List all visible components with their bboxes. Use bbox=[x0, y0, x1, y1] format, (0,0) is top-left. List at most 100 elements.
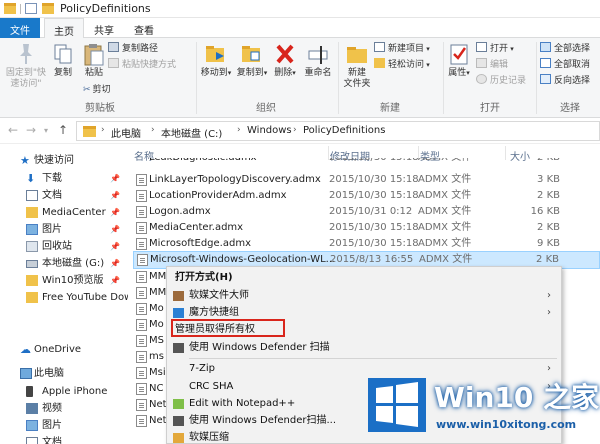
pin-quick-access-label: 固定到"快 速访问" bbox=[5, 68, 47, 89]
breadcrumb-this-pc[interactable]: 此电脑 bbox=[111, 125, 141, 140]
menu-item-defender-scan[interactable]: 使用 Windows Defender 扫描 bbox=[167, 339, 561, 357]
open-button[interactable]: 打开 ▾ bbox=[476, 42, 514, 56]
new-folder-icon[interactable] bbox=[42, 3, 54, 14]
table-row[interactable]: LocationProviderAdm.admx 2015/10/30 15:1… bbox=[133, 188, 600, 204]
nav-item-apple-iphone[interactable]: Apple iPhone bbox=[0, 383, 128, 400]
nav-item-free-youtube[interactable]: Free YouTube Dow bbox=[0, 289, 128, 306]
table-row[interactable]: MicrosoftEdge.admx 2015/10/30 15:18 ADMX… bbox=[133, 236, 600, 252]
download-arrow-icon: ⬇ bbox=[26, 172, 36, 185]
divider bbox=[20, 4, 21, 14]
table-row[interactable]: Logon.admx 2015/10/31 0:12 ADMX 文件 16 KB bbox=[133, 204, 600, 220]
edit-button[interactable]: 编辑 bbox=[476, 58, 508, 72]
forward-arrow-icon[interactable]: → bbox=[26, 123, 36, 137]
breadcrumb-policydefinitions[interactable]: PolicyDefinitions bbox=[303, 125, 385, 136]
back-arrow-icon[interactable]: ← bbox=[8, 123, 18, 137]
file-icon bbox=[136, 383, 147, 395]
table-row[interactable]: MM bbox=[133, 285, 167, 301]
table-row[interactable]: LeakDiagnostic.admx 2015/10/30 15:18 ADM… bbox=[133, 158, 600, 166]
tab-home[interactable]: 主页 bbox=[44, 18, 84, 39]
up-arrow-icon[interactable]: ↑ bbox=[58, 123, 68, 137]
chevron-right-icon[interactable]: › bbox=[237, 125, 241, 135]
title-bar: PolicyDefinitions bbox=[0, 0, 600, 18]
copy-path-button[interactable]: 复制路径 bbox=[108, 42, 158, 56]
computer-icon bbox=[20, 368, 32, 379]
new-item-button[interactable]: 新建项目 ▾ bbox=[374, 42, 430, 56]
new-folder-button[interactable]: 新建 文件夹 bbox=[342, 42, 372, 90]
table-row[interactable]: LinkLayerTopologyDiscovery.admx 2015/10/… bbox=[133, 172, 600, 188]
copy-to-button[interactable]: 复制到▾ bbox=[236, 42, 268, 79]
watermark: Win10 之家 www.win10xitong.com bbox=[362, 374, 600, 444]
nav-item-this-pc[interactable]: 此电脑 bbox=[0, 365, 128, 382]
table-row[interactable]: Mo bbox=[133, 301, 167, 317]
nav-item-downloads[interactable]: ⬇ 下载 📌 bbox=[0, 170, 128, 187]
select-none-button[interactable]: 全部取消 bbox=[540, 58, 590, 72]
divider bbox=[189, 358, 557, 359]
delete-x-icon bbox=[276, 44, 294, 64]
nav-item-mediacenter[interactable]: MediaCenter 📌 bbox=[0, 204, 128, 221]
table-row[interactable]: Net bbox=[133, 397, 167, 413]
table-row[interactable]: Mo bbox=[133, 317, 167, 333]
menu-item-rubbish-master[interactable]: 软媒文件大师 › bbox=[167, 287, 561, 305]
select-all-button[interactable]: 全部选择 bbox=[540, 42, 590, 56]
nav-item-pictures[interactable]: 图片 📌 bbox=[0, 221, 128, 238]
tab-share[interactable]: 共享 bbox=[84, 18, 124, 38]
paste-shortcut-button[interactable]: 粘贴快捷方式 bbox=[108, 58, 176, 72]
chevron-right-icon[interactable]: › bbox=[101, 125, 105, 135]
nav-item-pictures-pc[interactable]: 图片 bbox=[0, 417, 128, 434]
chevron-right-icon[interactable]: › bbox=[151, 125, 155, 135]
table-row[interactable]: MS bbox=[133, 333, 167, 349]
nav-item-win10-preview[interactable]: Win10预览版 📌 bbox=[0, 272, 128, 289]
rename-button[interactable]: 重命名 bbox=[302, 42, 334, 79]
easy-access-button[interactable]: 轻松访问 ▾ bbox=[374, 58, 430, 72]
nav-item-onedrive[interactable]: ☁ OneDrive bbox=[0, 341, 128, 358]
recent-locations-icon[interactable]: ▾ bbox=[44, 126, 48, 135]
tab-file[interactable]: 文件 bbox=[0, 18, 40, 38]
address-box[interactable]: › 此电脑 › 本地磁盘 (C:) › Windows › PolicyDefi… bbox=[76, 121, 600, 141]
delete-button[interactable]: 删除▾ bbox=[272, 42, 298, 79]
properties-button[interactable]: 属性▾ bbox=[446, 42, 472, 79]
delete-label: 删除 bbox=[274, 68, 293, 78]
breadcrumb-local-disk[interactable]: 本地磁盘 (C:) bbox=[161, 125, 222, 140]
nav-item-quick-access[interactable]: ★ 快速访问 bbox=[0, 152, 128, 169]
history-button[interactable]: 历史记录 bbox=[476, 74, 526, 88]
properties-icon[interactable] bbox=[25, 3, 37, 14]
file-icon bbox=[137, 254, 148, 266]
nav-item-documents[interactable]: 文档 📌 bbox=[0, 187, 128, 204]
invert-selection-button[interactable]: 反向选择 bbox=[540, 74, 590, 88]
shield-icon bbox=[173, 343, 184, 353]
tab-view[interactable]: 查看 bbox=[124, 18, 164, 38]
nav-item-videos[interactable]: 视频 bbox=[0, 400, 128, 417]
paste-button[interactable]: 粘贴 bbox=[80, 42, 108, 79]
nav-item-documents-pc[interactable]: 文档 bbox=[0, 434, 128, 444]
pin-icon: 📌 bbox=[110, 208, 120, 217]
folder-icon bbox=[26, 207, 38, 218]
properties-check-icon bbox=[450, 44, 468, 65]
chevron-right-icon[interactable]: › bbox=[293, 125, 297, 135]
pin-quick-access-button[interactable]: 固定到"快 速访问" bbox=[2, 42, 50, 90]
move-to-button[interactable]: 移动到▾ bbox=[200, 42, 232, 79]
table-row[interactable]: ms bbox=[133, 349, 167, 365]
file-icon bbox=[136, 222, 147, 234]
table-row[interactable]: MediaCenter.admx 2015/10/30 15:18 ADMX 文… bbox=[133, 220, 600, 236]
folder-icon bbox=[26, 292, 38, 303]
scissors-icon: ✂ bbox=[83, 85, 91, 95]
move-to-label: 移动到 bbox=[200, 68, 228, 78]
rename-label: 重命名 bbox=[304, 68, 332, 78]
picture-icon bbox=[26, 224, 38, 235]
breadcrumb-windows[interactable]: Windows bbox=[247, 125, 292, 136]
nav-item-recycle-bin[interactable]: 回收站 📌 bbox=[0, 238, 128, 255]
table-row[interactable]: NC bbox=[133, 381, 167, 397]
table-row[interactable]: Net bbox=[133, 413, 167, 429]
file-icon bbox=[136, 287, 147, 299]
menu-item-open-with[interactable]: 打开方式(H) bbox=[167, 269, 561, 287]
pin-icon: 📌 bbox=[110, 191, 120, 200]
cut-button[interactable]: ✂ 剪切 bbox=[83, 83, 111, 97]
star-icon: ★ bbox=[20, 154, 30, 167]
table-row[interactable]: MM bbox=[133, 269, 167, 285]
pin-icon: 📌 bbox=[110, 174, 120, 183]
table-row[interactable]: Msi bbox=[133, 365, 167, 381]
copy-path-icon bbox=[108, 42, 119, 52]
copy-button[interactable]: 复制 bbox=[50, 42, 76, 79]
nav-item-local-disk-g[interactable]: 本地磁盘 (G:) 📌 bbox=[0, 255, 128, 272]
navigation-pane: ★ 快速访问 ⬇ 下载 📌 文档 📌 MediaCenter 📌 图片 📌 回收… bbox=[0, 144, 128, 444]
